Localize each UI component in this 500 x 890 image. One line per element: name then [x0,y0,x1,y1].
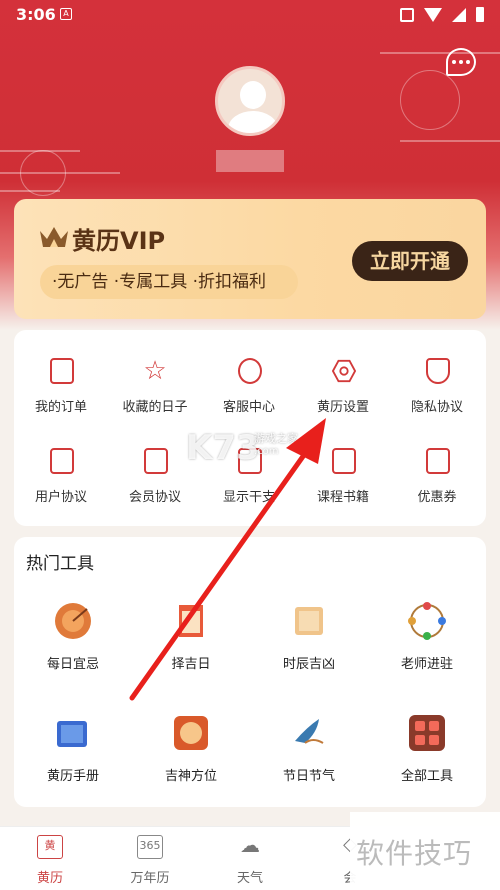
hot-tools-card: 热门工具 每日宜忌 择吉日 时辰吉凶 老师进驻 黄历手册 吉神方位 节日节气 全… [14,537,486,807]
nav-label: 万年历 [130,871,170,886]
menu-item-books[interactable]: 课程书籍 [296,448,390,528]
coupon-icon [426,448,450,474]
menu-item-favorites[interactable]: ☆ 收藏的日子 [108,358,202,438]
bagua-icon [408,602,446,640]
menu-item-support[interactable]: 客服中心 [202,358,296,438]
menu-label: 我的订单 [34,400,87,415]
tool-label: 每日宜忌 [46,657,99,672]
cloud-decoration [400,140,500,142]
menu-label: 课程书籍 [316,490,369,505]
menu-item-privacy[interactable]: 隐私协议 [390,358,484,438]
nav-calendar[interactable]: 365 万年历 [100,835,200,889]
tool-teachers[interactable]: 老师进驻 [368,601,486,695]
cloud-decoration [0,190,60,192]
menu-label: 优惠券 [417,490,457,505]
shield-icon [426,358,450,384]
nav-label: 天气 [236,871,263,886]
corner-watermark-text: 软件技巧 [356,837,473,870]
menu-label: 收藏的日子 [122,400,188,415]
star-icon: ☆ [143,356,167,386]
status-time: 3:06 [16,5,56,24]
activate-vip-button[interactable]: 立即开通 [352,241,468,281]
headset-icon [238,358,262,384]
menu-item-orders[interactable]: 我的订单 [14,358,108,438]
avatar[interactable] [215,66,285,136]
tool-handbook[interactable]: 黄历手册 [14,713,132,807]
tool-label: 全部工具 [400,769,453,784]
crown-doc-icon [144,448,168,474]
settings-icon [332,359,356,383]
tool-daily[interactable]: 每日宜忌 [14,601,132,695]
cloud-decoration [0,172,120,174]
menu-label: 会员协议 [128,490,181,505]
vip-card[interactable]: 黄历VIP ·无广告 ·专属工具 ·折扣福利 立即开通 [14,199,486,319]
bird-icon [295,719,324,744]
k73-watermark: K73 [186,428,260,468]
book-icon [332,448,356,474]
menu-label: 黄历设置 [316,400,369,415]
message-icon[interactable] [446,48,476,76]
tool-label: 老师进驻 [400,657,453,672]
tool-auspicious-day[interactable]: 择吉日 [132,601,250,695]
huangli-icon: 黄 [37,835,63,859]
nav-label: 黄历 [36,871,63,886]
tool-label: 黄历手册 [46,769,99,784]
document-icon [50,448,74,474]
grid-icon [409,715,445,751]
corner-watermark: 软件技巧 [350,812,500,890]
menu-label: 隐私协议 [410,400,463,415]
vip-title: 黄历VIP [72,227,166,255]
luopan-icon [174,716,208,750]
scroll-icon [295,607,323,635]
menu-item-user-agreement[interactable]: 用户协议 [14,448,108,528]
tool-god-direction[interactable]: 吉神方位 [132,713,250,807]
menu-item-coupons[interactable]: 优惠券 [390,448,484,528]
battery-icon [476,7,484,22]
compass-icon [55,603,91,639]
notification-icon: A [60,8,72,20]
wifi-icon [424,7,442,22]
hot-tools-title: 热门工具 [26,554,94,574]
vibrate-icon [400,7,414,22]
tool-hours[interactable]: 时辰吉凶 [250,601,368,695]
tool-label: 择吉日 [171,657,211,672]
username[interactable] [216,150,284,172]
menu-label: 用户协议 [34,490,87,505]
status-bar: 3:06 A [0,0,500,30]
tool-label: 吉神方位 [164,769,217,784]
cloud-decoration [400,70,460,130]
nav-huangli[interactable]: 黄 黄历 [0,835,100,889]
calendar-365-icon: 365 [137,835,163,859]
cloud-decoration [380,52,500,54]
signal-icon [452,7,466,22]
menu-item-settings[interactable]: 黄历设置 [296,358,390,438]
calendar-icon [179,605,203,637]
tool-label: 节日节气 [282,769,335,784]
k73-watermark-url: .com [254,446,279,457]
crown-icon [40,227,68,247]
tool-label: 时辰吉凶 [282,657,335,672]
nav-weather[interactable]: ☁ 天气 [200,835,300,889]
tool-all[interactable]: 全部工具 [368,713,486,807]
menu-label: 客服中心 [222,400,275,415]
vip-benefits: ·无广告 ·专属工具 ·折扣福利 [40,265,298,299]
k73-watermark-sub: 游戏之家 [254,432,298,445]
weather-icon: ☁ [240,833,260,857]
menu-label: 显示干支 [222,490,275,505]
tool-festivals[interactable]: 节日节气 [250,713,368,807]
order-icon [50,358,74,384]
handbook-icon [57,721,87,747]
